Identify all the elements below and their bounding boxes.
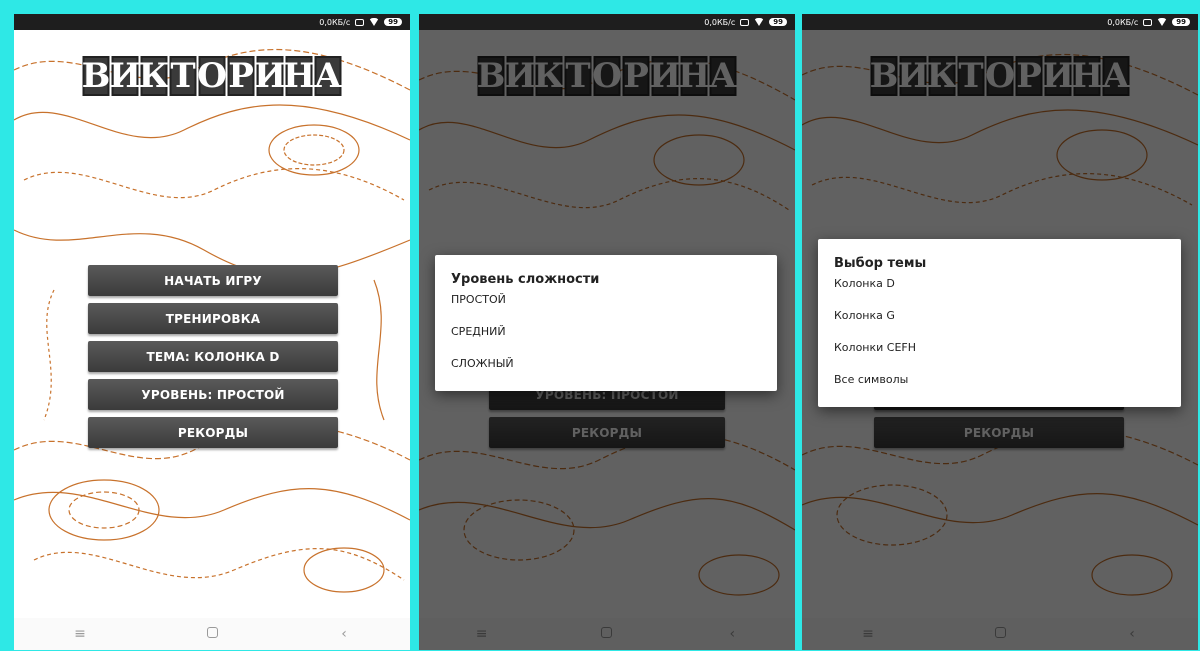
- dialog-title: Выбор темы: [834, 256, 927, 271]
- sim-icon: [1143, 18, 1153, 26]
- battery-indicator: 99: [384, 18, 402, 26]
- screen-topic-dialog: 0,0КБ/с 99 ВИКТОРИНА НАЧАТЬ ИГРУ ТРЕНИРО…: [802, 14, 1198, 650]
- title-letter: Н: [282, 56, 316, 96]
- topic-option-column-d[interactable]: Колонка D: [818, 267, 1181, 299]
- start-game-button[interactable]: НАЧАТЬ ИГРУ: [88, 265, 338, 296]
- back-icon[interactable]: ‹: [314, 626, 374, 642]
- topic-button[interactable]: ТЕМА: КОЛОНКА D: [88, 341, 338, 372]
- sim-icon: [740, 18, 750, 26]
- battery-indicator: 99: [769, 18, 787, 26]
- title-letter: О: [197, 56, 227, 96]
- title-letter: И: [108, 56, 142, 96]
- title-letter: Р: [227, 56, 255, 96]
- dialog-title: Уровень сложности: [451, 272, 600, 287]
- network-speed: 0,0КБ/с: [1107, 17, 1139, 27]
- wifi-icon: [369, 18, 380, 26]
- training-button[interactable]: ТРЕНИРОВКА: [88, 303, 338, 334]
- records-button[interactable]: РЕКОРДЫ: [88, 417, 338, 448]
- wifi-icon: [1157, 18, 1168, 26]
- title-letter: В: [81, 56, 111, 96]
- status-bar: 0,0КБ/с 99: [14, 14, 410, 30]
- home-icon[interactable]: [182, 626, 242, 642]
- screen-difficulty-dialog: 0,0КБ/с 99 ВИКТОРИНА НАЧАТЬ ИГРУ ТРЕНИРО…: [419, 14, 795, 650]
- difficulty-dialog: Уровень сложности ПРОСТОЙ СРЕДНИЙ СЛОЖНЫ…: [435, 255, 777, 391]
- app-title-logo: ВИКТОРИНА: [81, 56, 342, 96]
- wifi-icon: [754, 18, 765, 26]
- battery-indicator: 99: [1172, 18, 1190, 26]
- title-letter: А: [314, 56, 342, 96]
- topic-dialog: Выбор темы Колонка D Колонка G Колонки C…: [818, 239, 1181, 407]
- title-letter: К: [138, 56, 170, 96]
- main-menu: НАЧАТЬ ИГРУ ТРЕНИРОВКА ТЕМА: КОЛОНКА D У…: [88, 265, 338, 455]
- difficulty-option-easy[interactable]: ПРОСТОЙ: [435, 283, 777, 315]
- menu-icon[interactable]: ≡: [50, 626, 110, 642]
- network-speed: 0,0КБ/с: [319, 17, 351, 27]
- network-speed: 0,0КБ/с: [704, 17, 736, 27]
- title-letter: И: [253, 56, 287, 96]
- status-bar: 0,0КБ/с 99: [802, 14, 1198, 30]
- difficulty-option-medium[interactable]: СРЕДНИЙ: [435, 315, 777, 347]
- topic-option-columns-cefh[interactable]: Колонки CEFH: [818, 331, 1181, 363]
- difficulty-option-hard[interactable]: СЛОЖНЫЙ: [435, 347, 777, 379]
- screen-main-menu: 0,0КБ/с 99 ВИКТОРИНА НАЧАТЬ ИГРУ ТРЕНИРО…: [14, 14, 410, 650]
- system-nav-bar: ≡ ‹: [14, 618, 410, 650]
- title-letter: Т: [169, 56, 197, 96]
- topic-option-column-g[interactable]: Колонка G: [818, 299, 1181, 331]
- sim-icon: [355, 18, 365, 26]
- topic-option-all-symbols[interactable]: Все символы: [818, 363, 1181, 395]
- level-button[interactable]: УРОВЕНЬ: ПРОСТОЙ: [88, 379, 338, 410]
- status-bar: 0,0КБ/с 99: [419, 14, 795, 30]
